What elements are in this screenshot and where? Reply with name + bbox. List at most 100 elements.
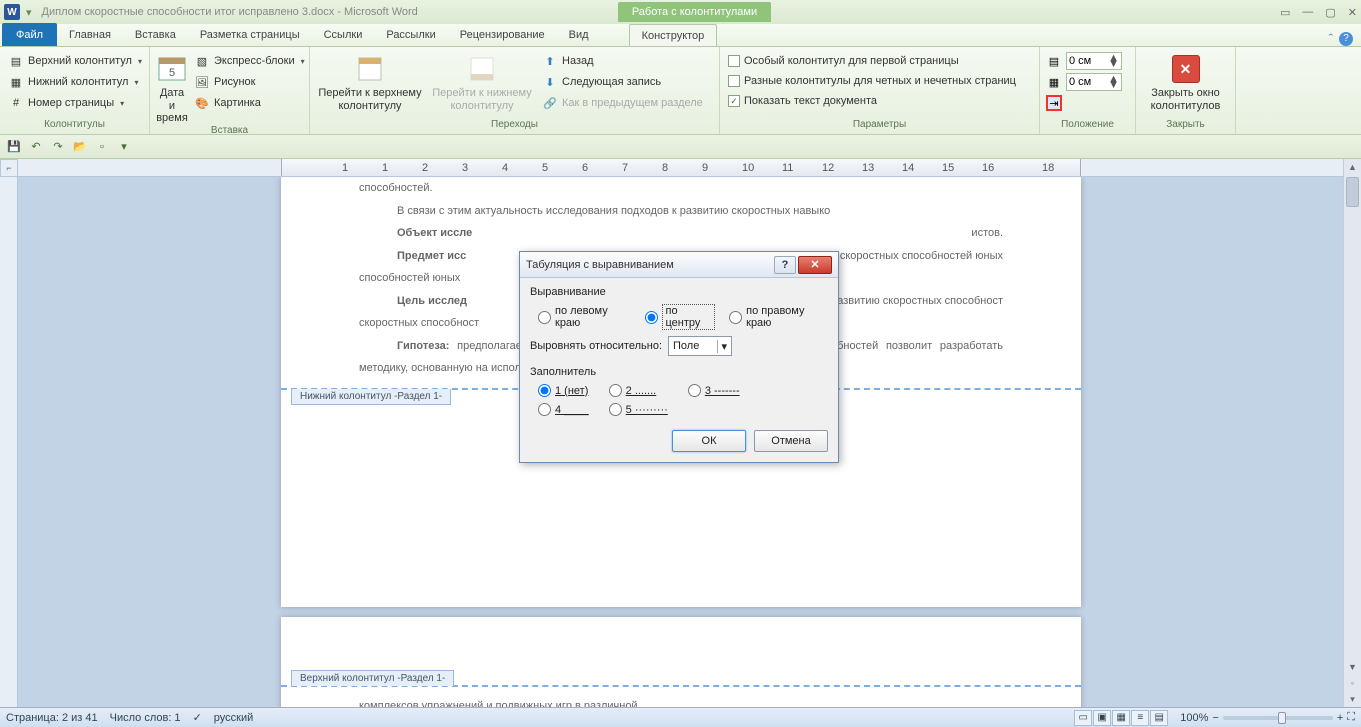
group-options-label: Параметры (726, 119, 1033, 132)
print-layout-view-icon[interactable]: ▭ (1074, 710, 1092, 726)
outline-view-icon[interactable]: ≡ (1131, 710, 1149, 726)
goto-footer-button: Перейти к нижнему колонтитулу (428, 49, 536, 112)
close-window-icon[interactable]: ✕ (1348, 6, 1357, 19)
tab-references[interactable]: Ссылки (312, 24, 375, 46)
status-bar: Страница: 2 из 41 Число слов: 1 ✓ русски… (0, 707, 1361, 727)
tab-mailings[interactable]: Рассылки (374, 24, 447, 46)
ribbon-min-icon[interactable]: ˆ (1329, 31, 1333, 46)
undo-icon[interactable]: ↶ (28, 139, 44, 155)
ribbon-tabs: Файл Главная Вставка Разметка страницы С… (0, 24, 1361, 47)
horizontal-ruler[interactable]: 11234567891011121314151618 (18, 159, 1343, 177)
leader-5-radio[interactable]: 5 ········· (609, 403, 668, 416)
leader-2-radio[interactable]: 2 ....... (609, 384, 668, 397)
next-button[interactable]: ⬇Следующая запись (540, 73, 705, 91)
language-status[interactable]: русский (214, 712, 253, 724)
ruler-corner[interactable]: ⌐ (0, 159, 18, 177)
header-section-tag: Верхний колонтитул -Раздел 1- (291, 670, 454, 686)
document-title: Диплом скоростные способности итог испра… (42, 6, 418, 18)
zoom-slider[interactable] (1223, 716, 1333, 720)
qat-dropdown-icon[interactable]: ▾ (26, 6, 32, 19)
title-bar: W ▾ Диплом скоростные способности итог и… (0, 0, 1361, 24)
footer-from-bottom-spinner[interactable]: ▦0 см▲▼ (1046, 73, 1122, 91)
alignment-tab-dialog: Табуляция с выравниванием ? ✕ Выравниван… (519, 251, 839, 463)
tab-view[interactable]: Вид (557, 24, 601, 46)
vertical-ruler[interactable] (0, 177, 18, 707)
quick-access-toolbar: 💾 ↶ ↷ 📂 ▫ ▾ (0, 135, 1361, 159)
redo-icon[interactable]: ↷ (50, 139, 66, 155)
zoom-fit-icon[interactable]: ⛶ (1347, 711, 1355, 724)
tab-layout[interactable]: Разметка страницы (188, 24, 312, 46)
align-center-radio[interactable]: по центру (645, 304, 715, 330)
align-relative-label: Выровнять относительно: (530, 340, 662, 352)
goto-header-button[interactable]: Перейти к верхнему колонтитулу (316, 49, 424, 112)
picture-icon: 🖼 (194, 74, 210, 90)
open-icon[interactable]: 📂 (72, 139, 88, 155)
minimize-icon[interactable]: — (1302, 6, 1313, 19)
previous-button[interactable]: ⬆Назад (540, 52, 705, 70)
align-relative-select[interactable]: Поле▾ (668, 336, 732, 356)
scroll-up-icon[interactable]: ▲ (1344, 159, 1361, 175)
dialog-titlebar[interactable]: Табуляция с выравниванием ? ✕ (520, 252, 838, 278)
scroll-down-icon[interactable]: ▼ (1344, 659, 1361, 675)
dialog-help-button[interactable]: ? (774, 256, 796, 274)
vertical-scrollbar[interactable]: ▲ ▼ ◦ ▾ (1343, 159, 1361, 707)
different-odd-even-checkbox[interactable]: Разные колонтитулы для четных и нечетных… (726, 74, 1018, 88)
cancel-button[interactable]: Отмена (754, 430, 828, 452)
leader-3-radio[interactable]: 3 ------- (688, 384, 740, 397)
page-number-button[interactable]: #Номер страницы▾ (6, 94, 144, 112)
different-first-page-checkbox[interactable]: Особый колонтитул для первой страницы (726, 54, 1018, 68)
scroll-thumb[interactable] (1346, 177, 1359, 207)
picture-button[interactable]: 🖼Рисунок (192, 73, 307, 91)
prev-page-icon[interactable]: ◦ (1344, 675, 1361, 691)
zoom-out-button[interactable]: − (1212, 712, 1218, 724)
footer-icon: ▦ (8, 74, 24, 90)
qat-more-icon[interactable]: ▾ (116, 139, 132, 155)
zoom-in-button[interactable]: + (1337, 712, 1343, 724)
header-area[interactable]: Верхний колонтитул -Раздел 1- (281, 617, 1081, 687)
dialog-close-button[interactable]: ✕ (798, 256, 832, 274)
header-button[interactable]: ▤Верхний колонтитул▾ (6, 52, 144, 70)
footer-section-tag: Нижний колонтитул -Раздел 1- (291, 389, 451, 405)
maximize-icon[interactable]: ▢ (1325, 6, 1335, 19)
insert-alignment-tab-button[interactable]: ⇥ (1046, 95, 1122, 111)
align-left-radio[interactable]: по левому краю (538, 305, 631, 329)
page-status[interactable]: Страница: 2 из 41 (6, 712, 98, 724)
close-header-footer-button[interactable]: ✕ Закрыть окно колонтитулов (1142, 49, 1229, 112)
web-layout-view-icon[interactable]: ▦ (1112, 710, 1130, 726)
tab-home[interactable]: Главная (57, 24, 123, 46)
contextual-tab-header: Работа с колонтитулами (618, 2, 771, 22)
draft-view-icon[interactable]: ▤ (1150, 710, 1168, 726)
tab-insert[interactable]: Вставка (123, 24, 188, 46)
spell-check-icon[interactable]: ✓ (193, 711, 202, 724)
checkbox-icon (728, 55, 740, 67)
tab-design-active[interactable]: Конструктор (629, 24, 718, 46)
quickparts-button[interactable]: ▧Экспресс-блоки▾ (192, 52, 307, 70)
tab-review[interactable]: Рецензирование (448, 24, 557, 46)
minimize-ribbon-icon[interactable]: ▭ (1280, 6, 1290, 19)
new-icon[interactable]: ▫ (94, 139, 110, 155)
word-app-icon: W (4, 4, 20, 20)
leader-label: Заполнитель (530, 366, 828, 378)
date-time-button[interactable]: 5 Дата и время (156, 49, 188, 125)
calendar-icon: 5 (156, 53, 188, 85)
goto-footer-icon (466, 53, 498, 85)
arrow-down-icon: ⬇ (542, 74, 558, 90)
file-tab[interactable]: Файл (2, 23, 57, 46)
align-right-radio[interactable]: по правому краю (729, 305, 828, 329)
full-screen-view-icon[interactable]: ▣ (1093, 710, 1111, 726)
clipart-button[interactable]: 🎨Картинка (192, 94, 307, 112)
save-icon[interactable]: 💾 (6, 139, 22, 155)
show-document-text-checkbox[interactable]: ✓Показать текст документа (726, 94, 1018, 108)
group-position-label: Положение (1046, 119, 1129, 132)
footer-button[interactable]: ▦Нижний колонтитул▾ (6, 73, 144, 91)
help-icon[interactable]: ? (1339, 32, 1353, 46)
header-margin-icon: ▤ (1046, 53, 1062, 69)
leader-4-radio[interactable]: 4 ____ (538, 403, 589, 416)
leader-1-radio[interactable]: 1 (нет) (538, 384, 589, 397)
header-from-top-spinner[interactable]: ▤0 см▲▼ (1046, 52, 1122, 70)
word-count-status[interactable]: Число слов: 1 (110, 712, 181, 724)
page-2: Верхний колонтитул -Раздел 1- комплексов… (281, 617, 1081, 707)
ok-button[interactable]: ОК (672, 430, 746, 452)
zoom-level[interactable]: 100% (1180, 712, 1208, 724)
next-page-icon[interactable]: ▾ (1344, 691, 1361, 707)
